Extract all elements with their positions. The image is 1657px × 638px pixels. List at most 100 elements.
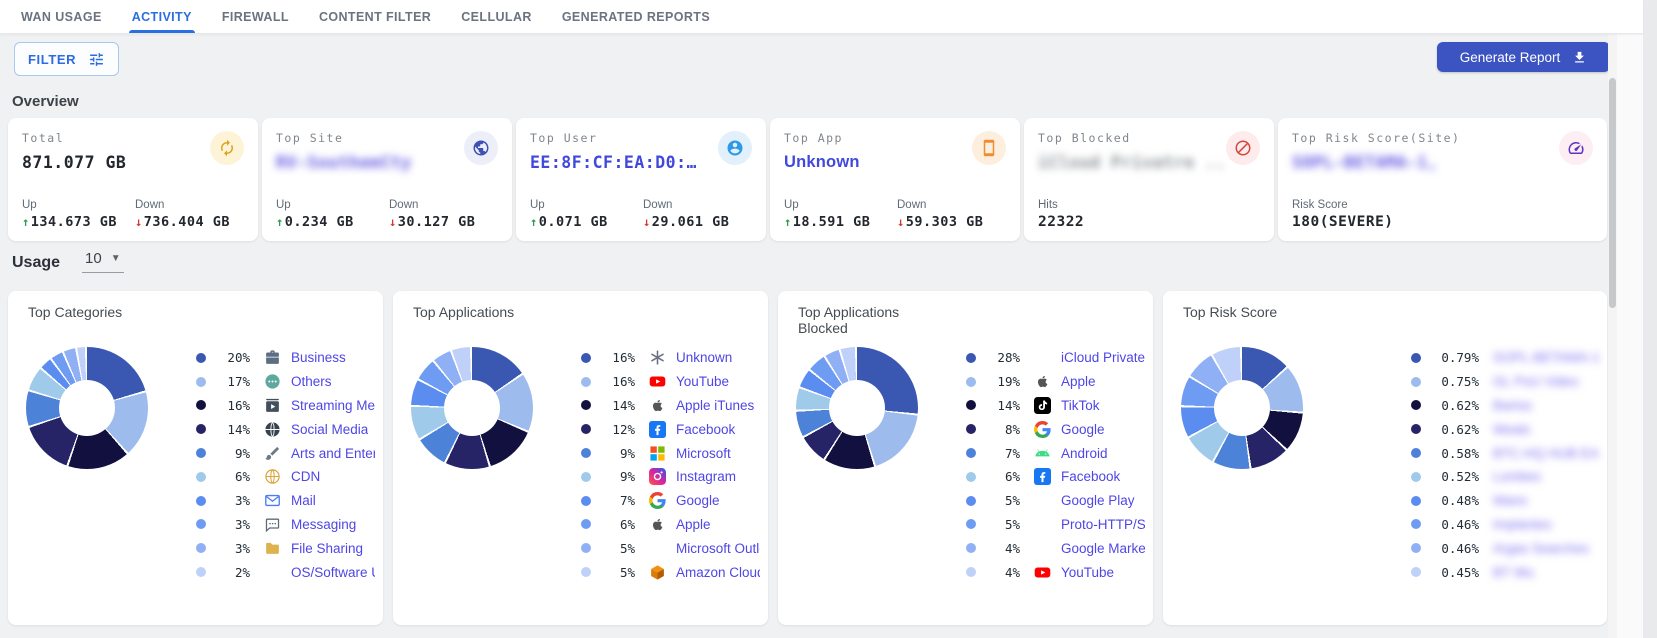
legend-dot <box>581 424 591 434</box>
metric-value: ↓29.061 GB <box>643 214 756 230</box>
legend-dot <box>196 353 206 363</box>
legend-label[interactable]: Facebook <box>676 422 735 437</box>
legend-item: 14% TikTok <box>966 394 1145 418</box>
tab-cellular[interactable]: CELLULAR <box>446 0 547 33</box>
legend-dot <box>581 353 591 363</box>
legend-dot <box>966 567 976 577</box>
legend-label[interactable]: YouTube <box>676 374 729 389</box>
overview-card-top-app: Top AppUnknownUp↑18.591 GBDown↓59.303 GB <box>770 118 1020 241</box>
legend-label[interactable]: Android <box>1061 446 1108 461</box>
aws-icon <box>649 564 666 581</box>
metric-label: Up <box>784 199 897 211</box>
legend-item: 16%Streaming Me... <box>196 394 375 418</box>
top-risk-score-donut-chart[interactable] <box>1181 347 1303 469</box>
top-applications-blocked-donut-chart[interactable] <box>796 347 918 469</box>
legend-item: 3%File Sharing <box>196 536 375 560</box>
tab-firewall[interactable]: FIREWALL <box>207 0 304 33</box>
legend-percent: 14% <box>982 398 1020 413</box>
no-icon <box>1034 349 1051 366</box>
legend-label[interactable]: Apple <box>1061 374 1096 389</box>
legend-label[interactable]: Weals <box>1493 422 1530 437</box>
metric-value: ↓736.404 GB <box>135 214 248 230</box>
top-applications-donut-chart[interactable] <box>411 347 533 469</box>
metric-up: Up↑0.071 GB <box>530 199 643 230</box>
legend-label[interactable]: Apple iTunes <box>676 398 754 413</box>
overview-card-total: Total871.077 GBUp↑134.673 GBDown↓736.404… <box>8 118 258 241</box>
device-icon <box>972 131 1006 165</box>
filter-button[interactable]: FILTER <box>14 42 119 76</box>
no-icon <box>1034 540 1051 557</box>
microsoft-icon <box>649 445 666 462</box>
legend-label[interactable]: Proto-HTTP/S <box>1061 517 1145 532</box>
legend-label[interactable]: BTC-HQ HUB EAST <box>1493 446 1599 461</box>
tab-generated-reports[interactable]: GENERATED REPORTS <box>547 0 725 33</box>
legend-label[interactable]: Google Marketi... <box>1061 541 1145 556</box>
legend-label[interactable]: Arts and Enter... <box>291 446 375 461</box>
legend-label[interactable]: Wans <box>1493 493 1527 508</box>
legend-label[interactable]: BT Wu <box>1493 565 1534 580</box>
legend-label[interactable]: Microsoft <box>676 446 731 461</box>
legend-label[interactable]: GL PoU Video <box>1493 374 1579 389</box>
legend-label[interactable]: Google Play <box>1061 493 1135 508</box>
metric-label: Down <box>897 199 1010 211</box>
metric-number: 18.591 GB <box>793 214 871 230</box>
legend-item: 3%Mail <box>196 489 375 513</box>
legend-percent: 6% <box>597 517 635 532</box>
legend-dot <box>196 424 206 434</box>
legend-item: 6%CDN <box>196 465 375 489</box>
tab-content-filter[interactable]: CONTENT FILTER <box>304 0 446 33</box>
legend-label[interactable]: Google <box>676 493 720 508</box>
legend-label[interactable]: Amazon Cloud... <box>676 565 760 580</box>
legend-dot <box>581 377 591 387</box>
usage-count-select[interactable]: 10 ▼ <box>82 248 124 273</box>
legend-label[interactable]: Bartos <box>1493 398 1532 413</box>
legend-label[interactable]: YouTube <box>1061 565 1114 580</box>
tab-activity[interactable]: ACTIVITY <box>117 0 207 33</box>
apple-icon <box>649 397 666 414</box>
legend: 20%Business17%Others16%Streaming Me...14… <box>196 346 375 584</box>
scrollbar-thumb[interactable] <box>1609 78 1616 308</box>
legend-percent: 0.48% <box>1427 493 1479 508</box>
legend-label[interactable]: Unknown <box>676 350 732 365</box>
legend-label[interactable]: File Sharing <box>291 541 363 556</box>
legend-label[interactable]: Others <box>291 374 332 389</box>
legend-item: 0.52% Lombes <box>1411 465 1599 489</box>
legend-dot <box>966 472 976 482</box>
legend-label[interactable]: Lombes <box>1493 469 1541 484</box>
legend-label[interactable]: Implantes <box>1493 517 1552 532</box>
legend-label[interactable]: SOPL-BETAMA-1 <box>1493 350 1599 365</box>
legend: 16%Unknown16%YouTube14%Apple iTunes12%Fa… <box>581 346 760 584</box>
legend-percent: 5% <box>982 493 1020 508</box>
legend-label[interactable]: TikTok <box>1061 398 1100 413</box>
legend-percent: 0.52% <box>1427 469 1479 484</box>
legend-label[interactable]: Argas Searches <box>1493 541 1589 556</box>
legend-label[interactable]: CDN <box>291 469 320 484</box>
tab-wan-usage[interactable]: WAN USAGE <box>6 0 117 33</box>
facebook-icon <box>1034 468 1051 485</box>
legend-label[interactable]: Streaming Me... <box>291 398 375 413</box>
vertical-scrollbar[interactable] <box>1608 34 1617 638</box>
legend-label[interactable]: Messaging <box>291 517 356 532</box>
no-icon <box>649 540 666 557</box>
legend-label[interactable]: Mail <box>291 493 316 508</box>
legend-item: 14%Social Media <box>196 417 375 441</box>
legend-label[interactable]: Business <box>291 350 346 365</box>
legend-label[interactable]: OS/Software U... <box>291 565 375 580</box>
legend-label[interactable]: Facebook <box>1061 469 1120 484</box>
legend-dot <box>966 353 976 363</box>
legend-label[interactable]: Google <box>1061 422 1105 437</box>
top-categories-donut-chart[interactable] <box>26 347 148 469</box>
card-metrics: Up↑18.591 GBDown↓59.303 GB <box>784 199 1010 230</box>
metric-label: Down <box>389 199 502 211</box>
tab-label: CELLULAR <box>461 10 532 24</box>
legend-item: 7%Google <box>581 489 760 513</box>
legend-label[interactable]: Apple <box>676 517 711 532</box>
legend-label[interactable]: iCloud Private R... <box>1061 350 1145 365</box>
legend-label[interactable]: Social Media <box>291 422 368 437</box>
metric-up: Up↑134.673 GB <box>22 199 135 230</box>
legend-dot <box>1411 567 1421 577</box>
legend-label[interactable]: Microsoft Outlo... <box>676 541 760 556</box>
legend-label[interactable]: Instagram <box>676 469 736 484</box>
generate-report-button[interactable]: Generate Report <box>1437 42 1610 72</box>
legend-item: 4%Google Marketi... <box>966 536 1145 560</box>
